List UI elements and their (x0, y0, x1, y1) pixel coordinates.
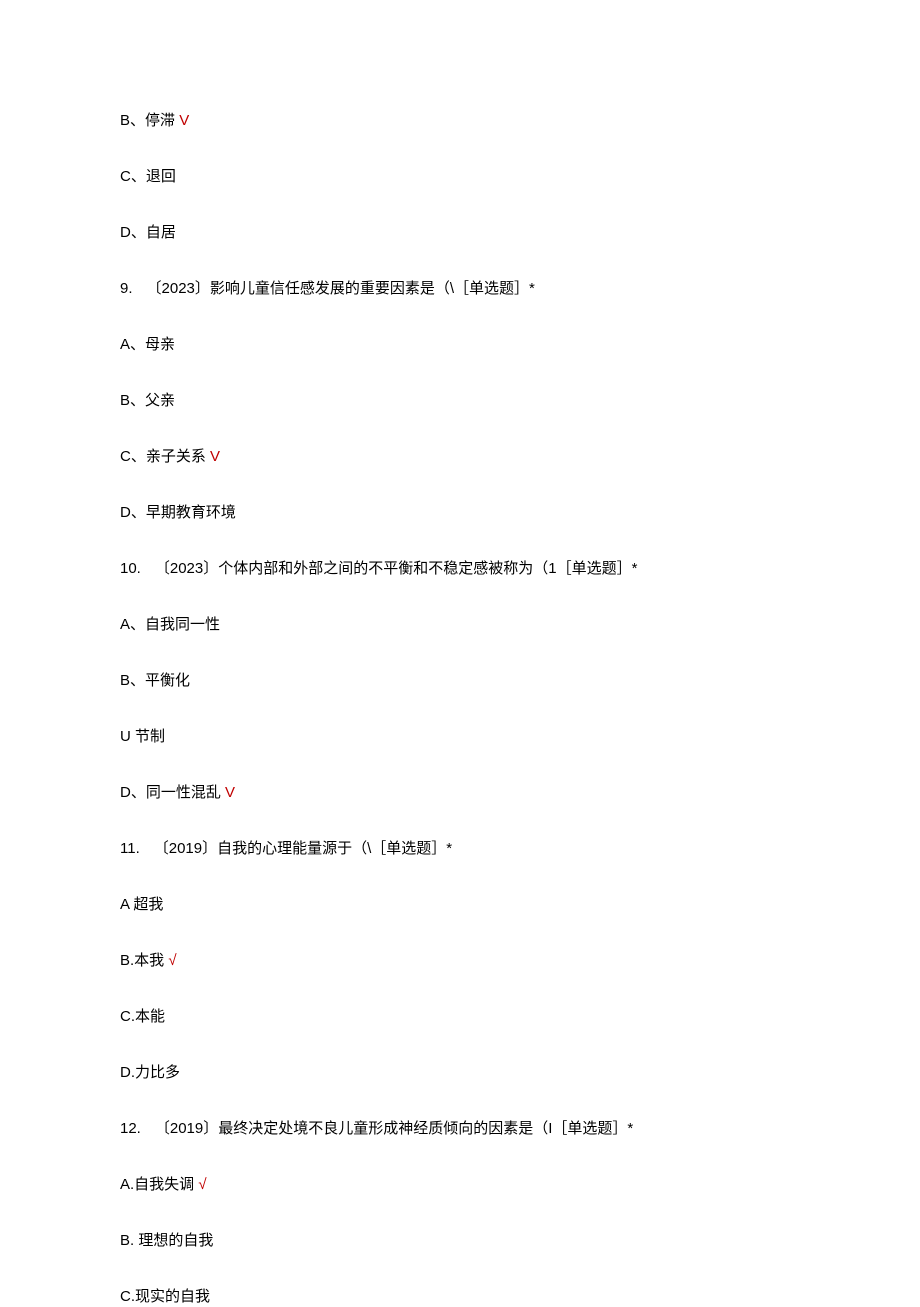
text-span: 〔2019〕自我的心理能量源于（\［单选题］* (154, 840, 452, 857)
text-line: B.本我 √ (120, 950, 800, 971)
text-line: B. 理想的自我 (120, 1230, 800, 1251)
text-line: D、早期教育环境 (120, 502, 800, 523)
text-span: A.自我失调 (120, 1176, 198, 1193)
question-number: 9. (120, 280, 133, 297)
correct-mark: √ (198, 1176, 206, 1193)
text-line: B、父亲 (120, 390, 800, 411)
text-span: A、母亲 (120, 336, 175, 353)
text-line: C、退回 (120, 166, 800, 187)
text-line: A、母亲 (120, 334, 800, 355)
correct-mark: √ (168, 952, 176, 969)
text-line: B、停滞 V (120, 110, 800, 131)
text-span: C.现实的自我 (120, 1288, 210, 1305)
text-span: B.本我 (120, 952, 168, 969)
document-content: B、停滞 V C、退回 D、自居 9. 〔2023〕影响儿童信任感发展的重要因素是（\［… (120, 110, 800, 1307)
text-line: B、平衡化 (120, 670, 800, 691)
text-line: 9. 〔2023〕影响儿童信任感发展的重要因素是（\［单选题］* (120, 278, 800, 299)
correct-mark: V (210, 448, 220, 465)
text-line: A 超我 (120, 894, 800, 915)
text-span: B. 理想的自我 (120, 1232, 213, 1249)
text-span: A、自我同一性 (120, 616, 220, 633)
text-span: U 节制 (120, 728, 165, 745)
question-number: 10. (120, 560, 141, 577)
text-line: C.本能 (120, 1006, 800, 1027)
text-line: D、同一性混乱 V (120, 782, 800, 803)
text-line: 10. 〔2023〕个体内部和外部之间的不平衡和不稳定感被称为（1［单选题］* (120, 558, 800, 579)
text-line: A.自我失调 √ (120, 1174, 800, 1195)
text-span: B、父亲 (120, 392, 175, 409)
text-span: 〔2019〕最终决定处境不良儿童形成神经质倾向的因素是（I［单选题］* (155, 1120, 633, 1137)
question-number: 12. (120, 1120, 141, 1137)
text-span: C、亲子关系 (120, 448, 210, 465)
text-line: D、自居 (120, 222, 800, 243)
text-line: C、亲子关系 V (120, 446, 800, 467)
text-span: D、早期教育环境 (120, 504, 236, 521)
text-span: D、自居 (120, 224, 176, 241)
text-span: B、停滞 (120, 112, 179, 129)
text-line: U 节制 (120, 726, 800, 747)
text-span: C、退回 (120, 168, 176, 185)
text-span: D.力比多 (120, 1064, 180, 1081)
text-line: 12. 〔2019〕最终决定处境不良儿童形成神经质倾向的因素是（I［单选题］* (120, 1118, 800, 1139)
correct-mark: V (225, 784, 235, 801)
text-span: 〔2023〕影响儿童信任感发展的重要因素是（\［单选题］* (147, 280, 535, 297)
text-span: 〔2023〕个体内部和外部之间的不平衡和不稳定感被称为（1［单选题］* (155, 560, 638, 577)
text-line: C.现实的自我 (120, 1286, 800, 1307)
text-span: C.本能 (120, 1008, 165, 1025)
question-number: 11. (120, 840, 140, 857)
text-span: A 超我 (120, 896, 163, 913)
text-span: B、平衡化 (120, 672, 190, 689)
text-span: D、同一性混乱 (120, 784, 225, 801)
text-line: D.力比多 (120, 1062, 800, 1083)
text-line: 11. 〔2019〕自我的心理能量源于（\［单选题］* (120, 838, 800, 859)
text-line: A、自我同一性 (120, 614, 800, 635)
correct-mark: V (179, 112, 189, 129)
